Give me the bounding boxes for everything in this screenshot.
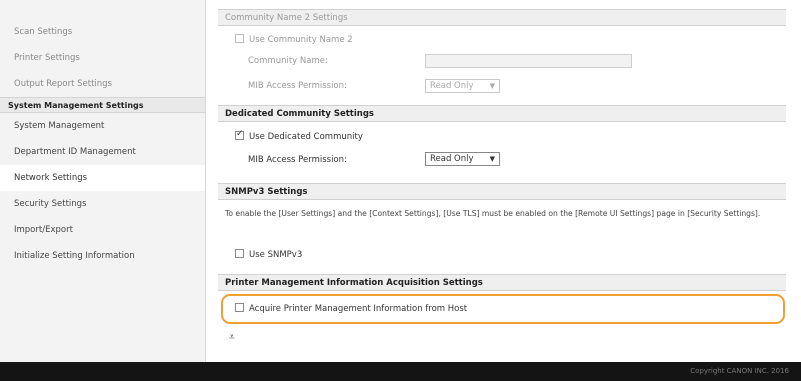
community2-use-checkbox[interactable]	[235, 34, 244, 43]
snmpv3-use-checkbox[interactable]	[235, 249, 244, 258]
sidebar-item-import-export[interactable]: Import/Export	[0, 217, 205, 243]
community2-mib-select[interactable]: Read Only ▼	[425, 79, 500, 93]
community2-header: Community Name 2 Settings	[218, 9, 786, 26]
community2-mib-label: MIB Access Permission:	[248, 81, 347, 91]
community2-name-label: Community Name:	[248, 56, 328, 66]
highlight-callout	[221, 294, 785, 324]
sidebar: Scan Settings Printer Settings Output Re…	[0, 0, 206, 362]
sidebar-section-header: System Management Settings	[0, 97, 205, 113]
community2-mib-value: Read Only	[430, 81, 474, 91]
dedicated-header: Dedicated Community Settings	[218, 105, 786, 122]
sidebar-item-department-id-management[interactable]: Department ID Management	[0, 139, 205, 165]
printer-mgmt-header: Printer Management Information Acquisiti…	[218, 274, 786, 291]
sidebar-top-spacer	[0, 0, 205, 19]
copyright-text: Copyright CANON INC. 2016	[690, 367, 789, 375]
chevron-down-icon: ▼	[489, 155, 495, 163]
sidebar-item-output-report-settings[interactable]: Output Report Settings	[0, 71, 205, 97]
sidebar-item-scan-settings[interactable]: Scan Settings	[0, 19, 205, 45]
footer-bar: Copyright CANON INC. 2016	[0, 362, 801, 381]
dedicated-mib-label: MIB Access Permission:	[248, 155, 347, 165]
snmpv3-header: SNMPv3 Settings	[218, 183, 786, 200]
snmpv3-use-row[interactable]: Use SNMPv3	[235, 249, 302, 260]
scroll-to-top-icon[interactable]: ⩡	[229, 332, 235, 343]
community2-name-field[interactable]	[425, 54, 632, 68]
snmpv3-note: To enable the [User Settings] and the [C…	[225, 209, 761, 218]
community2-use-label: Use Community Name 2	[249, 35, 353, 45]
sidebar-item-system-management[interactable]: System Management	[0, 113, 205, 139]
sidebar-item-printer-settings[interactable]: Printer Settings	[0, 45, 205, 71]
snmpv3-use-label: Use SNMPv3	[249, 250, 303, 260]
dedicated-use-row[interactable]: Use Dedicated Community	[235, 129, 363, 142]
sidebar-item-network-settings[interactable]: Network Settings	[0, 165, 205, 191]
community2-use-row[interactable]: Use Community Name 2	[235, 34, 353, 45]
sidebar-item-initialize-setting-information[interactable]: Initialize Setting Information	[0, 243, 205, 269]
dedicated-use-label: Use Dedicated Community	[249, 132, 363, 142]
dedicated-use-checkbox[interactable]	[235, 129, 244, 140]
dedicated-mib-value: Read Only	[430, 154, 474, 164]
sidebar-item-security-settings[interactable]: Security Settings	[0, 191, 205, 217]
dedicated-mib-select[interactable]: Read Only ▼	[425, 152, 500, 166]
chevron-down-icon: ▼	[489, 82, 495, 90]
